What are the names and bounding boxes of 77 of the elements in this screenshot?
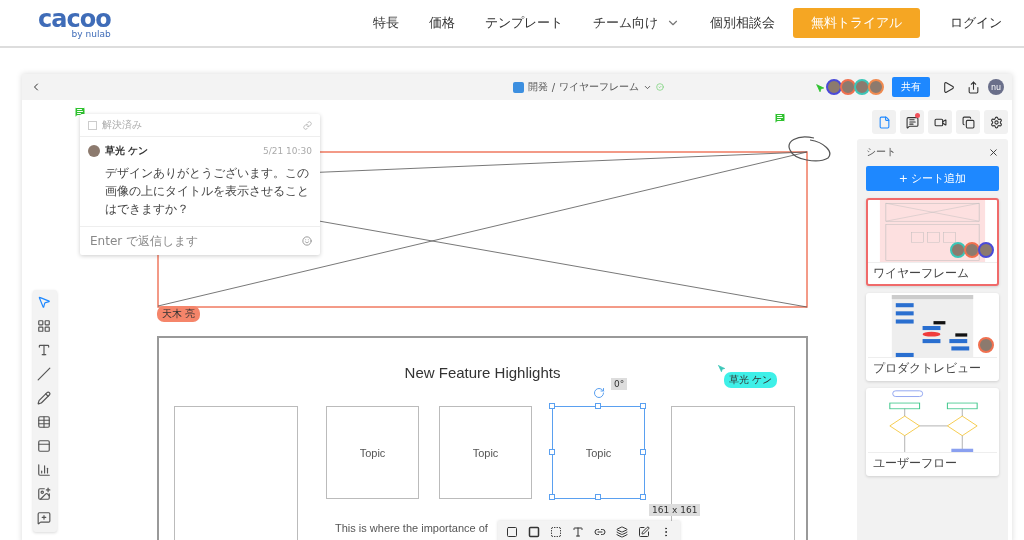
sheet-name: ワイヤーフレーム	[868, 262, 997, 284]
nav-link[interactable]: ログイン	[950, 14, 1002, 32]
user-tag: 天木 亮	[157, 306, 201, 322]
play-icon[interactable]	[942, 80, 955, 94]
folder-name[interactable]: 開発	[527, 80, 548, 94]
file-icon	[877, 115, 891, 129]
pages-button[interactable]	[956, 110, 980, 134]
sheet-card[interactable]: ユーザーフロー	[866, 388, 999, 476]
resize-handle[interactable]	[640, 494, 646, 500]
text-icon[interactable]	[572, 526, 584, 538]
pen-tool[interactable]	[37, 391, 53, 407]
sheets-button[interactable]	[872, 110, 896, 134]
resize-handle[interactable]	[595, 403, 601, 409]
gear-icon	[989, 115, 1003, 129]
shadow-icon[interactable]	[550, 526, 562, 538]
size-label: 161 x 161	[649, 504, 701, 516]
resize-handle[interactable]	[640, 449, 646, 455]
frame-tool[interactable]	[37, 439, 53, 455]
chat-icon	[905, 115, 919, 129]
avatar	[88, 145, 100, 157]
nav-dropdown[interactable]: チーム向け	[593, 14, 680, 32]
comment-marker-icon[interactable]	[774, 112, 786, 124]
shapes-tool[interactable]	[37, 319, 53, 335]
line-tool[interactable]	[37, 367, 53, 383]
comment-time: 5/21 10:30	[263, 146, 312, 156]
topic-box[interactable]: Topic	[439, 406, 532, 499]
resolved-label: 解決済み	[102, 118, 143, 132]
edit-icon[interactable]	[638, 526, 650, 538]
sheet-name: ユーザーフロー	[868, 452, 997, 474]
comment-tool[interactable]	[37, 511, 53, 527]
sheet-card[interactable]: ワイヤーフレーム	[866, 198, 999, 286]
resize-handle[interactable]	[549, 494, 555, 500]
wireframe-title: New Feature Highlights	[404, 364, 561, 381]
nav-link[interactable]: 個別相談会	[710, 14, 775, 32]
document-title[interactable]: ワイヤーフレーム	[559, 80, 640, 94]
resize-handle[interactable]	[549, 403, 555, 409]
resize-handle[interactable]	[640, 403, 646, 409]
border-icon[interactable]	[528, 526, 540, 538]
nav-link[interactable]: 価格	[429, 14, 455, 32]
user-tag: 草光 ケン	[724, 372, 778, 388]
collaborator-avatar[interactable]	[854, 79, 870, 95]
topic-box[interactable]: Topic	[326, 406, 419, 499]
select-tool[interactable]	[37, 295, 53, 311]
nav-link[interactable]: テンプレート	[485, 14, 563, 32]
comment-text: デザインありがとうございます。この画像の上にタイトルを表示させることはできますか？	[80, 162, 320, 227]
sheet-name: プロダクトレビュー	[868, 357, 997, 379]
table-tool[interactable]	[37, 415, 53, 431]
logo[interactable]: cacoo	[38, 7, 111, 31]
rotate-handle-icon[interactable]	[593, 387, 605, 399]
sheet-card[interactable]: プロダクトレビュー	[866, 293, 999, 381]
image-tool[interactable]	[37, 487, 53, 503]
chart-tool[interactable]	[37, 463, 53, 479]
collaborator-avatar[interactable]	[826, 79, 842, 95]
collaborator-avatar[interactable]	[868, 79, 884, 95]
breadcrumb-separator: /	[551, 81, 556, 93]
video-button[interactable]	[928, 110, 952, 134]
fill-icon[interactable]	[506, 526, 518, 538]
resize-handle[interactable]	[595, 494, 601, 500]
panel-title: シート	[866, 145, 896, 159]
nav-link[interactable]: 特長	[373, 14, 399, 32]
user-avatar[interactable]: nu	[988, 79, 1004, 95]
layers-icon[interactable]	[616, 526, 628, 538]
export-icon[interactable]	[967, 80, 980, 94]
document-icon	[512, 81, 524, 93]
settings-button[interactable]	[984, 110, 1008, 134]
cursor-icon	[715, 362, 727, 374]
logo-tagline: by nulab	[71, 29, 111, 39]
body-text: This is where the importance of	[335, 522, 488, 534]
rotation-label: 0°	[611, 378, 628, 390]
close-icon[interactable]	[988, 146, 999, 158]
resize-handle[interactable]	[549, 449, 555, 455]
link-icon[interactable]	[594, 526, 606, 538]
copy-icon	[961, 115, 975, 129]
comments-button[interactable]	[900, 110, 924, 134]
comment-author: 草光 ケン	[105, 144, 150, 158]
collaborator-avatar[interactable]	[840, 79, 856, 95]
resolved-checkbox[interactable]	[88, 120, 97, 130]
